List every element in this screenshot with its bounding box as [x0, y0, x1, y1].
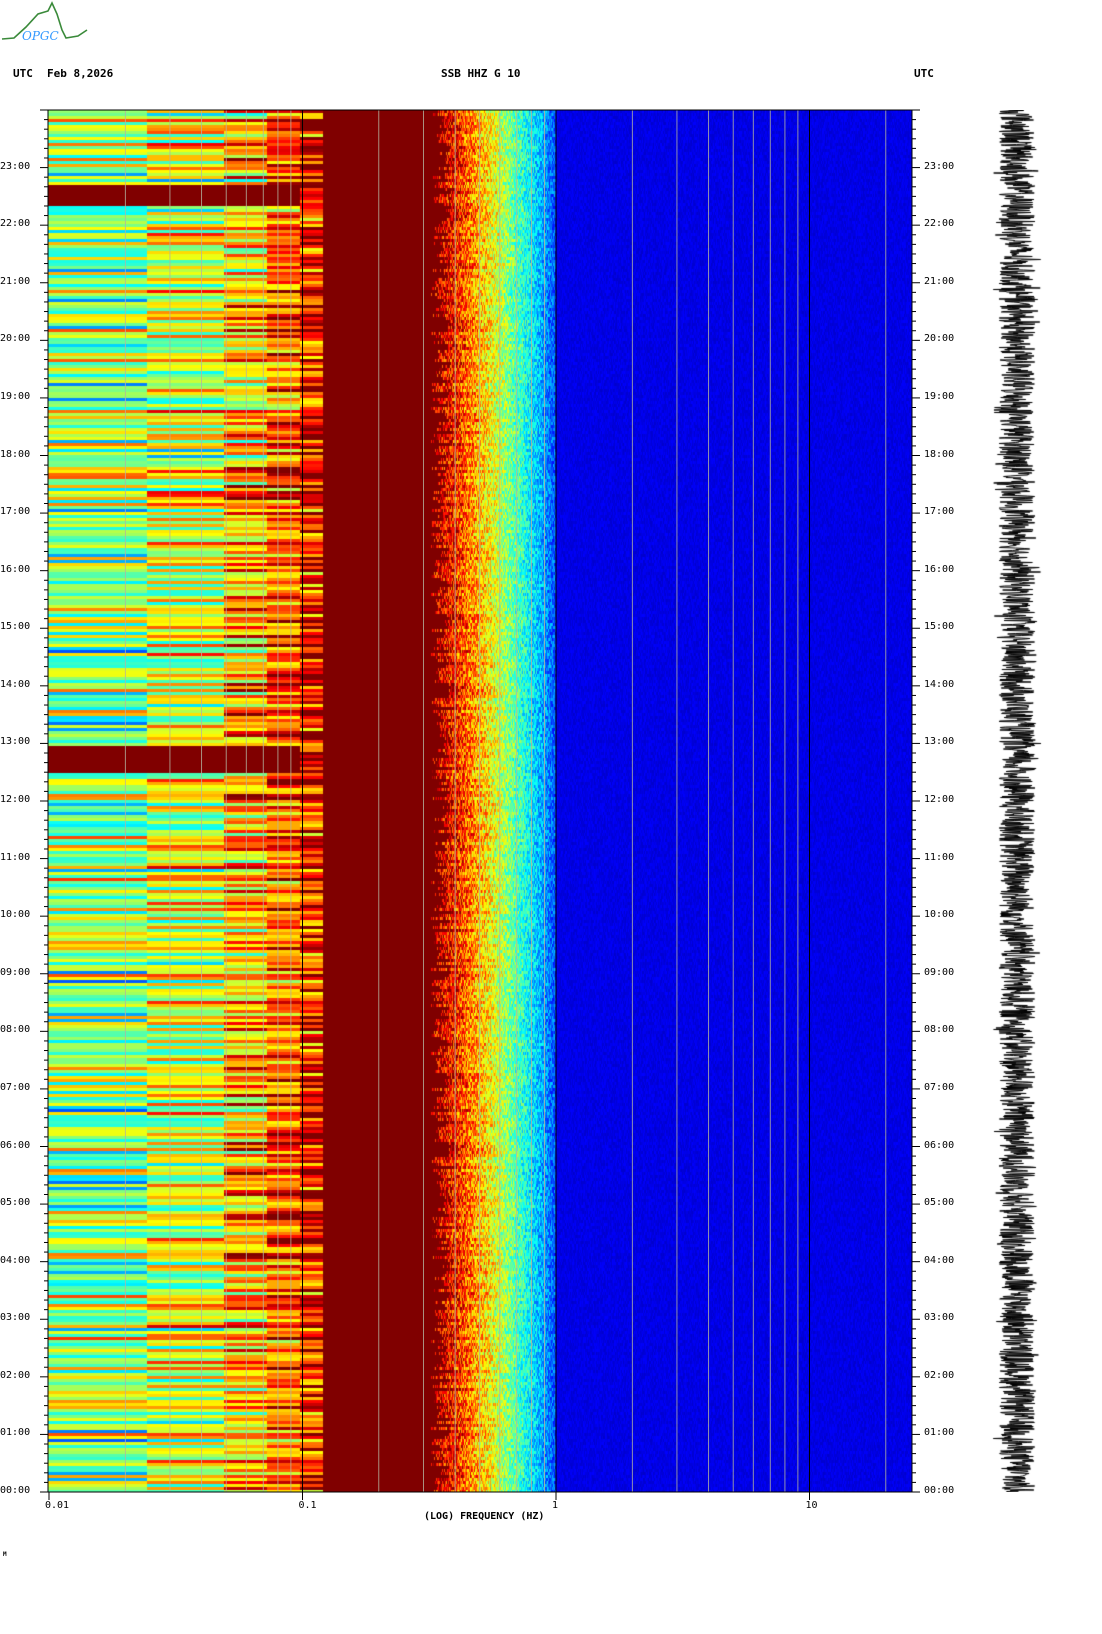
y-tick-label-right: 16:00	[924, 563, 955, 575]
y-tick-label-right: 08:00	[924, 1024, 955, 1036]
y-tick-label-right: 00:00	[924, 1485, 955, 1496]
y-tick-label-right: 19:00	[924, 390, 955, 402]
y-tick-label-right: 10:00	[924, 909, 955, 921]
y-tick-label-left: 13:00	[0, 736, 31, 748]
y-tick-label-left: 22:00	[0, 218, 31, 230]
spectrogram-page: OPGC UTC Feb 8,2026 SSB HHZ G 10 UTC 00:…	[0, 0, 1102, 1634]
y-tick-label-right: 18:00	[924, 448, 955, 460]
y-tick-label-left: 07:00	[0, 1081, 31, 1093]
y-tick-label-left: 23:00	[0, 160, 31, 172]
y-tick-label-left: 08:00	[0, 1024, 31, 1036]
y-tick-label-right: 02:00	[924, 1369, 955, 1381]
y-tick-label-right: 20:00	[924, 333, 955, 345]
y-tick-label-right: 21:00	[924, 275, 955, 287]
y-tick-label-right: 06:00	[924, 1139, 955, 1151]
y-tick-label-right: 01:00	[924, 1427, 955, 1439]
y-tick-label-left: 16:00	[0, 563, 31, 575]
x-tick-label: 1	[552, 1500, 559, 1511]
x-axis-label: (LOG) FREQUENCY (HZ)	[424, 1511, 545, 1522]
y-tick-label-left: 06:00	[0, 1139, 31, 1151]
y-tick-label-left: 09:00	[0, 966, 31, 978]
x-tick-label: 0.01	[45, 1500, 70, 1511]
y-tick-label-left: 04:00	[0, 1254, 31, 1266]
y-tick-label-right: 09:00	[924, 966, 955, 978]
y-tick-label-right: 23:00	[924, 160, 955, 172]
y-tick-label-right: 05:00	[924, 1197, 955, 1209]
y-tick-label-left: 03:00	[0, 1312, 31, 1324]
x-tick-label: 0.1	[298, 1500, 317, 1511]
y-tick-label-left: 19:00	[0, 390, 31, 402]
y-tick-label-right: 15:00	[924, 621, 955, 633]
y-tick-label-left: 15:00	[0, 621, 31, 633]
y-tick-label-left: 05:00	[0, 1197, 31, 1209]
y-tick-label-right: 12:00	[924, 794, 955, 805]
y-tick-label-right: 22:00	[924, 218, 955, 230]
y-tick-label-left: 00:00	[0, 1485, 31, 1496]
y-tick-label-right: 14:00	[924, 678, 955, 690]
footer-mark: M	[3, 1551, 7, 1558]
y-tick-label-right: 17:00	[924, 506, 955, 518]
y-tick-label-left: 20:00	[0, 333, 31, 345]
y-tick-label-right: 03:00	[924, 1312, 955, 1324]
y-tick-label-right: 07:00	[924, 1081, 955, 1093]
y-tick-label-left: 18:00	[0, 448, 31, 460]
y-tick-label-left: 14:00	[0, 678, 31, 690]
y-tick-label-left: 17:00	[0, 506, 31, 518]
y-tick-label-left: 01:00	[0, 1427, 31, 1439]
y-tick-label-left: 10:00	[0, 909, 31, 921]
y-tick-label-left: 02:00	[0, 1369, 31, 1381]
x-tick-label: 10	[805, 1500, 818, 1511]
y-tick-label-left: 11:00	[0, 851, 31, 863]
y-tick-label-left: 21:00	[0, 275, 31, 287]
y-tick-label-left: 12:00	[0, 794, 31, 805]
y-tick-label-right: 13:00	[924, 736, 955, 748]
y-tick-label-right: 04:00	[924, 1254, 955, 1266]
axes	[40, 109, 920, 1500]
y-tick-label-right: 11:00	[924, 851, 955, 863]
